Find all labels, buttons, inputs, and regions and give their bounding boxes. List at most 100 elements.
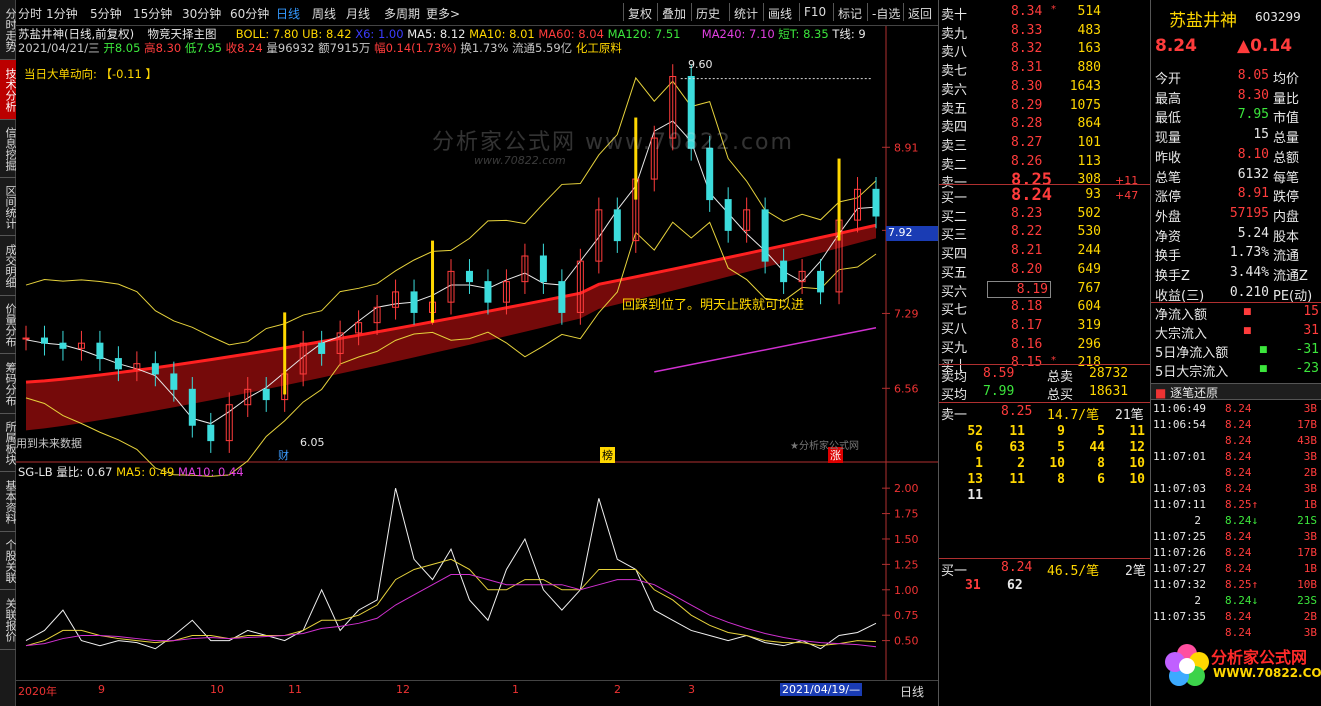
vtab-3[interactable]: 区间统计: [0, 178, 17, 236]
sub-y-tick-label: 2.00: [894, 482, 919, 495]
ask-volume: 483: [1077, 22, 1101, 38]
flow-value: 15: [1303, 304, 1319, 319]
toolbar-btn-5[interactable]: F10: [804, 5, 826, 19]
queue-buy-label: 买一: [941, 564, 968, 579]
x-tick-label-6: 2: [614, 683, 621, 696]
tick-price: 8.24: [1225, 546, 1252, 559]
signal-bar: [431, 240, 435, 323]
vtab-8[interactable]: 基本资料: [0, 472, 17, 532]
summary-sell-avg-label: 卖均: [941, 370, 968, 385]
toolbar-tab-5[interactable]: 60分钟: [230, 5, 269, 22]
bid-price: 8.20: [1011, 261, 1043, 277]
flow-label: 5日净流入额: [1155, 346, 1229, 361]
toolbar-btn-2[interactable]: 历史: [696, 5, 720, 22]
bid-price: 8.22: [1011, 224, 1043, 240]
flow-value: 31: [1303, 323, 1319, 338]
stat-label: 现量: [1155, 131, 1182, 147]
flow-bar-icon: ■: [1259, 345, 1268, 355]
flow-bar-icon: ■: [1243, 307, 1252, 317]
toolbar-tab-4[interactable]: 30分钟: [182, 5, 221, 22]
candle-body: [761, 209, 769, 262]
stat-label: 净资: [1155, 229, 1182, 245]
vtab-9[interactable]: 个股关联: [0, 532, 17, 590]
queue-sell-cell: 44: [1089, 440, 1105, 455]
toolbar-tab-9[interactable]: 多周期: [384, 5, 420, 22]
toolbar-tab-2[interactable]: 5分钟: [90, 5, 122, 22]
toolbar-btn-8[interactable]: 返回: [908, 5, 932, 22]
toolbar-tab-1[interactable]: 1分钟: [46, 5, 78, 22]
toolbar-separator: [623, 3, 624, 21]
vtab-1[interactable]: 技术分析: [0, 60, 17, 120]
stat-label: 总笔: [1155, 170, 1182, 186]
quote-float: 流通5.59亿: [512, 41, 573, 55]
vtab-10[interactable]: 关联报价: [0, 590, 17, 650]
vtab-5[interactable]: 价量分布: [0, 296, 17, 354]
toolbar-btn-1[interactable]: 叠加: [662, 5, 686, 22]
toolbar-tab-6[interactable]: 日线: [276, 5, 300, 22]
ask-volume: 308: [1077, 172, 1101, 188]
vtab-7[interactable]: 所属板块: [0, 414, 17, 472]
candle-body: [318, 342, 326, 354]
queue-sell-cell: 8: [1097, 456, 1105, 471]
bid-price: 8.21: [1011, 243, 1043, 259]
candle-body: [558, 281, 566, 313]
quote-sector: 化工原料: [575, 41, 622, 55]
period-label[interactable]: 日线: [900, 683, 924, 700]
toolbar-btn-4[interactable]: 画线: [768, 5, 792, 22]
stat-value: 57195: [1229, 205, 1269, 221]
quote-date: 2021/04/21/三: [18, 41, 100, 55]
stat-value: 8.05: [1237, 68, 1269, 83]
flow-label: 大宗流入: [1155, 327, 1208, 342]
sub-indicator-title[interactable]: SG-LB: [18, 465, 53, 479]
queue-sell-cell: 11: [1009, 472, 1025, 487]
source-credit: ★分析家公式网: [790, 441, 859, 452]
queue-buy-cell: 31: [965, 578, 981, 593]
toolbar-tab-0[interactable]: 分时: [18, 5, 42, 22]
toolbar-tab-7[interactable]: 周线: [312, 5, 336, 22]
candle-body: [59, 342, 67, 349]
tick-price: 8.24: [1225, 450, 1252, 463]
bid-volume: 296: [1077, 336, 1101, 352]
stat-right-label: 均价: [1273, 72, 1300, 87]
tick-time: 11:07:32: [1153, 578, 1206, 591]
volume-ratio-line: [25, 488, 877, 650]
main-chart-area[interactable]: 8.918.107.296.562.001.751.501.251.000.75…: [16, 26, 938, 680]
vtab-6[interactable]: 筹码分布: [0, 354, 17, 414]
toolbar-btn-6[interactable]: 标记: [838, 5, 862, 22]
queue-sell-cell: 11: [1009, 424, 1025, 439]
ask-volume: 864: [1077, 116, 1101, 132]
toolbar-tab-8[interactable]: 月线: [346, 5, 370, 22]
queue-sell-cell: 13: [967, 472, 983, 487]
stat-right-label: 量比: [1273, 91, 1300, 107]
tick-header[interactable]: ■ 逐笔还原: [1151, 383, 1321, 400]
toolbar-btn-7[interactable]: -自选: [872, 5, 900, 22]
toolbar-tab-3[interactable]: 15分钟: [133, 5, 172, 22]
queue-sell-cell: 12: [1129, 440, 1145, 455]
stat-label: 外盘: [1155, 209, 1182, 225]
tick-title: 逐笔还原: [1170, 386, 1219, 400]
queue-buy-count: 2笔: [1125, 564, 1146, 579]
vtab-4[interactable]: 成交明细: [0, 236, 17, 296]
event-tag-bang[interactable]: 榜: [600, 447, 615, 463]
tick-collapse-icon[interactable]: ■: [1155, 386, 1166, 400]
candle-body: [872, 188, 880, 217]
signal-bar: [837, 158, 841, 241]
vtab-2[interactable]: 信息挖掘: [0, 120, 17, 178]
flow-value: -31: [1295, 342, 1319, 357]
tick-time: 2: [1194, 594, 1201, 607]
toolbar-tab-10[interactable]: 更多>: [426, 5, 460, 22]
tick-volume: 3B: [1303, 482, 1317, 495]
vtab-0[interactable]: 分时走势: [0, 0, 17, 60]
queue-sell-cell: 2: [1017, 456, 1025, 471]
stat-right-label: 每笔: [1273, 170, 1300, 186]
stat-label: 换手Z: [1155, 269, 1190, 284]
ub-value: UB: 8.42: [302, 27, 352, 41]
toolbar-btn-0[interactable]: 复权: [628, 5, 652, 22]
indicator-name[interactable]: 物竞天择主图: [147, 27, 216, 41]
queue-sell-cell: 52: [967, 424, 983, 439]
ask-volume: 1643: [1069, 78, 1101, 94]
sub-ma5-value: MA5: 0.49: [116, 465, 175, 479]
event-tag-cai[interactable]: 财: [278, 447, 289, 463]
toolbar-btn-3[interactable]: 统计: [734, 5, 758, 22]
ask-price: 8.32: [1011, 41, 1043, 57]
